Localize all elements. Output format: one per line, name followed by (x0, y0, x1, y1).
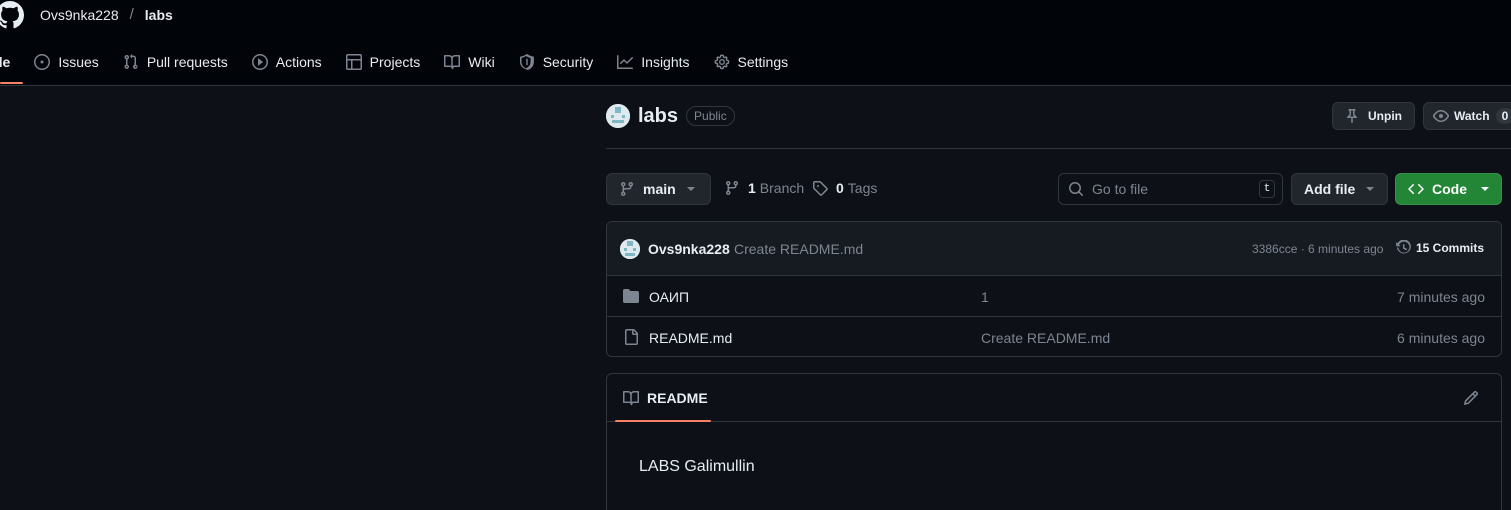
tag-count-label: Tags (847, 180, 878, 196)
watch-button[interactable]: Watch 0 (1423, 102, 1511, 130)
breadcrumb-owner-link[interactable]: Ovs9nka228 (40, 7, 119, 23)
tab-wiki-label: Wiki (468, 54, 495, 70)
readme-tab-underline (615, 420, 711, 422)
tab-actions[interactable]: Actions (251, 50, 322, 74)
repo-name[interactable]: labs (638, 105, 678, 128)
latest-commit-row: Ovs9nka228 Create README.md 3386cce · 6 … (607, 222, 1501, 276)
tab-readme[interactable]: README (623, 390, 708, 406)
chevron-down-icon (1481, 187, 1489, 191)
tab-projects-label: Projects (369, 54, 421, 70)
identicon-icon (606, 104, 630, 128)
tab-security[interactable]: Security (519, 50, 594, 74)
git-branch-icon (621, 181, 633, 197)
book-icon (623, 391, 639, 406)
commits-history-link[interactable]: 15 Commits (1396, 240, 1484, 256)
git-branch-icon (726, 180, 738, 196)
tab-pull-requests[interactable]: Pull requests (123, 50, 228, 74)
file-commit-message[interactable]: 1 (981, 289, 989, 305)
chevron-down-icon (686, 187, 695, 191)
tab-settings[interactable]: Settings (713, 50, 789, 74)
commit-meta[interactable]: 3386cce · 6 minutes ago (1252, 242, 1383, 256)
go-to-file-search[interactable]: t (1058, 173, 1283, 205)
file-name[interactable]: README.md (649, 330, 732, 346)
tab-projects[interactable]: Projects (345, 50, 421, 74)
pin-icon (1347, 109, 1357, 123)
unpin-button[interactable]: Unpin (1332, 102, 1415, 130)
watch-count: 0 (1495, 108, 1511, 124)
tab-insights-label: Insights (641, 54, 690, 70)
active-tab-underline (0, 82, 23, 84)
code-label: Code (1432, 181, 1467, 197)
add-file-button[interactable]: Add file (1291, 173, 1388, 205)
file-name[interactable]: ОАИП (649, 289, 689, 305)
tab-wiki[interactable]: Wiki (444, 50, 495, 74)
search-icon (1069, 182, 1083, 196)
repo-title: labs Public (606, 104, 735, 128)
pencil-icon[interactable] (1463, 390, 1479, 406)
add-file-label: Add file (1304, 181, 1356, 197)
table-row[interactable]: README.md Create README.md 6 minutes ago (607, 317, 1501, 356)
code-icon (1408, 183, 1424, 195)
breadcrumb-separator: / (129, 6, 134, 23)
commit-message[interactable]: Create README.md (734, 241, 863, 257)
code-button[interactable]: Code (1395, 173, 1502, 205)
visibility-badge: Public (686, 106, 735, 126)
identicon-icon (620, 239, 640, 259)
tab-pull-requests-label: Pull requests (146, 54, 228, 70)
readme-content: LABS Galimullin (639, 458, 755, 475)
play-icon (251, 54, 268, 70)
shield-icon (519, 54, 534, 70)
commits-count: 15 Commits (1416, 241, 1485, 255)
top-header: Ovs9nka228 / labs de Issues Pull request… (0, 0, 1511, 86)
tags-link[interactable]: 0 Tags (812, 180, 877, 196)
table-icon (345, 54, 362, 70)
avatar[interactable] (606, 104, 630, 128)
file-icon (625, 329, 638, 345)
table-row[interactable]: ОАИП 1 7 minutes ago (607, 276, 1501, 317)
file-age: 7 minutes ago (1397, 289, 1485, 305)
breadcrumb-repo-link[interactable]: labs (145, 7, 173, 23)
chevron-down-icon (1366, 187, 1375, 191)
tab-insights[interactable]: Insights (617, 50, 690, 74)
tag-count: 0 (836, 180, 844, 196)
breadcrumb: Ovs9nka228 / labs (40, 6, 173, 23)
title-divider (606, 148, 1511, 149)
history-icon (1396, 240, 1411, 254)
github-logo-icon[interactable] (0, 1, 24, 29)
book-icon (444, 54, 461, 70)
branch-count-label: Branch (759, 180, 805, 196)
branch-name: main (643, 181, 676, 197)
commit-author[interactable]: Ovs9nka228 (648, 241, 730, 257)
tab-security-label: Security (542, 54, 594, 70)
tab-code[interactable]: de (0, 50, 10, 74)
readme-panel: README LABS Galimullin (606, 373, 1502, 510)
avatar[interactable] (620, 239, 640, 259)
git-pull-request-icon (124, 54, 138, 70)
unpin-label: Unpin (1368, 109, 1402, 123)
folder-icon (623, 289, 639, 303)
watch-label: Watch (1454, 109, 1490, 123)
repo-nav: de Issues Pull requests Actions Projects… (0, 50, 812, 86)
shortcut-key: t (1259, 180, 1275, 198)
gear-icon (713, 54, 729, 70)
branch-selector-button[interactable]: main (606, 173, 711, 205)
file-age: 6 minutes ago (1397, 330, 1485, 346)
issue-opened-icon (34, 54, 51, 70)
branch-count: 1 (748, 180, 756, 196)
file-list: Ovs9nka228 Create README.md 3386cce · 6 … (606, 221, 1502, 357)
readme-header: README (607, 374, 1501, 422)
tab-code-label: de (0, 54, 11, 70)
graph-icon (617, 55, 634, 69)
tag-icon (813, 181, 828, 196)
tab-actions-label: Actions (275, 54, 322, 70)
tab-issues[interactable]: Issues (34, 50, 99, 74)
readme-tab-label: README (647, 390, 708, 406)
search-input[interactable] (1092, 181, 1252, 197)
file-commit-message[interactable]: Create README.md (981, 330, 1110, 346)
tab-issues-label: Issues (58, 54, 99, 70)
eye-icon (1433, 110, 1449, 122)
branches-link[interactable]: 1 Branch (724, 180, 804, 196)
tab-settings-label: Settings (737, 54, 789, 70)
